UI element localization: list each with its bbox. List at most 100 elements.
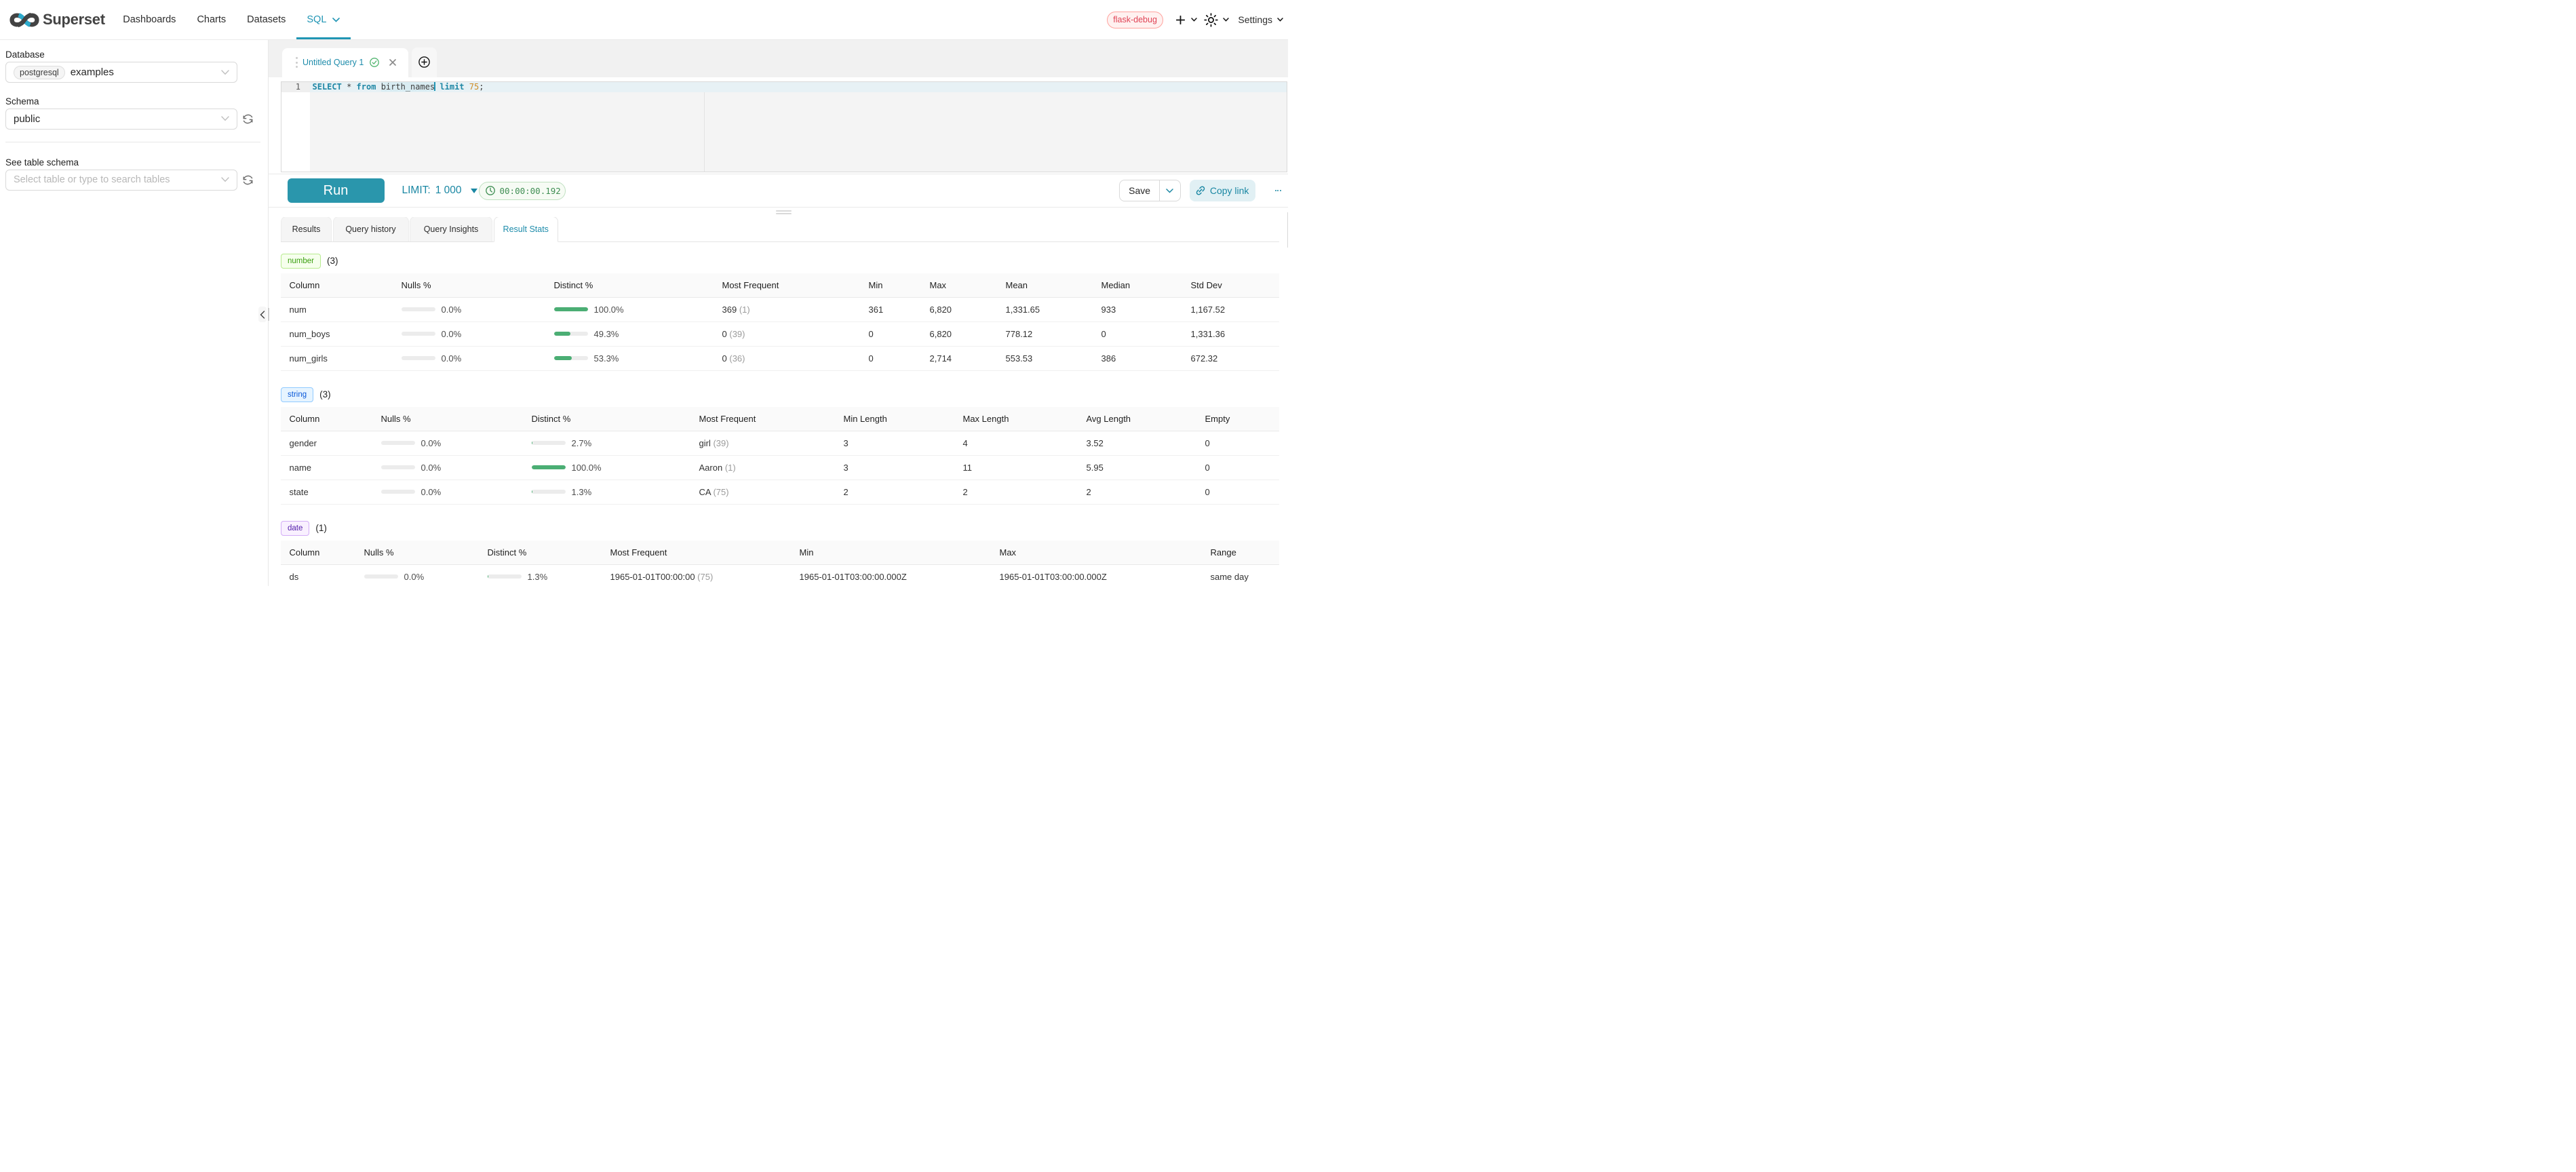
- tab-query-history[interactable]: Query history: [333, 217, 409, 241]
- frequency-count: (1): [725, 463, 736, 473]
- table-cell: 2.7%: [523, 431, 690, 455]
- table-cell: Aaron (1): [690, 455, 835, 480]
- elapsed-time: 00:00:00.192: [500, 186, 561, 196]
- progress-value: 1.3%: [528, 572, 548, 582]
- copy-link-button[interactable]: Copy link: [1190, 180, 1255, 201]
- column-header: Min: [791, 541, 991, 564]
- type-tag-row: number (3): [281, 254, 1279, 269]
- nav-item-charts[interactable]: Charts: [187, 0, 237, 39]
- progress-bar: [381, 465, 415, 469]
- column-header: Most Frequent: [690, 407, 835, 431]
- column-header: Mean: [997, 273, 1093, 297]
- table-cell: 3.52: [1078, 431, 1196, 455]
- table-cell: 53.3%: [545, 346, 714, 370]
- dot: [1277, 190, 1279, 191]
- progress-value: 0.0%: [404, 572, 425, 582]
- theme-menu[interactable]: [1204, 13, 1229, 27]
- chevron-down-icon: [221, 116, 229, 121]
- type-tag-row: string (3): [281, 387, 1279, 403]
- save-options-button[interactable]: [1159, 180, 1180, 201]
- refresh-icon: [242, 113, 254, 125]
- progress-bar: [554, 332, 588, 336]
- sun-icon: [1204, 13, 1218, 27]
- new-tab-button[interactable]: [412, 47, 437, 78]
- schema-select[interactable]: public: [5, 109, 237, 130]
- date-stats-table: ColumnNulls %Distinct %Most FrequentMinM…: [281, 541, 1279, 586]
- code-token-identifier: birth_names: [381, 82, 435, 92]
- new-item-menu[interactable]: [1176, 16, 1197, 24]
- column-header: Min: [860, 273, 921, 297]
- progress-bar: [381, 441, 415, 445]
- table-cell: 1,167.52: [1182, 297, 1279, 321]
- nav-item-dashboards[interactable]: Dashboards: [113, 0, 187, 39]
- progress-value: 100.0%: [594, 305, 624, 315]
- label-text: Dashboards: [123, 14, 176, 25]
- close-tab-icon[interactable]: [389, 59, 396, 66]
- tab-query-insights[interactable]: Query Insights: [410, 217, 492, 241]
- database-value: examples: [71, 66, 114, 78]
- table-cell: 0.0%: [393, 297, 545, 321]
- table-cell: 0: [1196, 480, 1279, 504]
- pane-resize-handle[interactable]: [274, 208, 1293, 217]
- table-cell: 5.95: [1078, 455, 1196, 480]
- drag-handle-icon[interactable]: [296, 57, 298, 68]
- save-button[interactable]: Save: [1120, 180, 1159, 201]
- query-tab[interactable]: Untitled Query 1: [282, 48, 409, 78]
- sql-lab-left-panel: Database postgresql examples Schema publ…: [0, 40, 269, 586]
- schema-value: public: [14, 113, 40, 125]
- sql-code-editor[interactable]: 1 SELECT * from birth_names limit 75;: [281, 81, 1287, 172]
- label-text: Datasets: [247, 14, 286, 25]
- table-cell: num_girls: [281, 346, 393, 370]
- table-cell: num_boys: [281, 321, 393, 346]
- toolbar-right-border: [1287, 212, 1289, 248]
- table-select[interactable]: Select table or type to search tables: [5, 170, 237, 191]
- collapse-sidebar-button[interactable]: [258, 307, 267, 322]
- tab-results[interactable]: Results: [281, 217, 332, 241]
- number-stats-table: ColumnNulls %Distinct %Most FrequentMinM…: [281, 273, 1279, 371]
- progress-value: 0.0%: [421, 463, 442, 473]
- table-cell: 0: [860, 346, 921, 370]
- nav-item-datasets[interactable]: Datasets: [237, 0, 296, 39]
- table-header-row: ColumnNulls %Distinct %Most FrequentMin …: [281, 407, 1279, 431]
- database-engine-tag: postgresql: [14, 66, 65, 79]
- refresh-tables-button[interactable]: [241, 173, 254, 187]
- column-header: Most Frequent: [602, 541, 791, 564]
- column-header: Std Dev: [1182, 273, 1279, 297]
- column-header: Nulls %: [372, 407, 523, 431]
- chevron-down-icon: [1166, 189, 1173, 193]
- run-query-button[interactable]: Run: [288, 178, 385, 203]
- progress-value: 100.0%: [572, 463, 602, 473]
- settings-menu[interactable]: Settings: [1238, 14, 1283, 25]
- progress-bar: [532, 465, 566, 469]
- limit-dropdown[interactable]: LIMIT: 1 000: [402, 184, 477, 197]
- column-header: Column: [281, 273, 393, 297]
- refresh-schemas-button[interactable]: [241, 112, 254, 125]
- progress-bar: [402, 307, 435, 311]
- code-token: ;: [479, 82, 484, 92]
- more-actions-button[interactable]: [1275, 190, 1281, 191]
- link-icon: [1196, 186, 1205, 195]
- chevron-down-icon: [1223, 18, 1229, 22]
- database-label: Database: [5, 50, 262, 60]
- progress-cell: 0.0%: [402, 353, 541, 364]
- chevron-down-icon: [1277, 18, 1283, 22]
- table-cell: 6,820: [921, 297, 997, 321]
- progress-cell: 53.3%: [554, 353, 709, 364]
- table-cell: 361: [860, 297, 921, 321]
- chevron-down-icon: [1191, 18, 1197, 22]
- sql-toolbar: Run LIMIT: 1 000 00:00:00.192 Save Copy …: [269, 174, 1288, 208]
- table-cell: 778.12: [997, 321, 1093, 346]
- dot: [776, 210, 792, 212]
- superset-logo[interactable]: Superset: [9, 11, 105, 29]
- table-row: ds 0.0% 1.3% 1965-01-01T00:00:00 (75) 19…: [281, 564, 1279, 586]
- number-column-count: (3): [327, 256, 338, 266]
- dot: [296, 66, 298, 68]
- column-header: Distinct %: [523, 407, 690, 431]
- tab-result-stats[interactable]: Result Stats: [494, 217, 559, 242]
- database-select[interactable]: postgresql examples: [5, 62, 237, 83]
- frequency-count: (39): [729, 329, 745, 339]
- nav-item-sql[interactable]: SQL: [296, 0, 351, 39]
- caret-down-icon: [471, 189, 477, 193]
- table-cell: 2: [1078, 480, 1196, 504]
- type-tag-string: string: [281, 387, 313, 403]
